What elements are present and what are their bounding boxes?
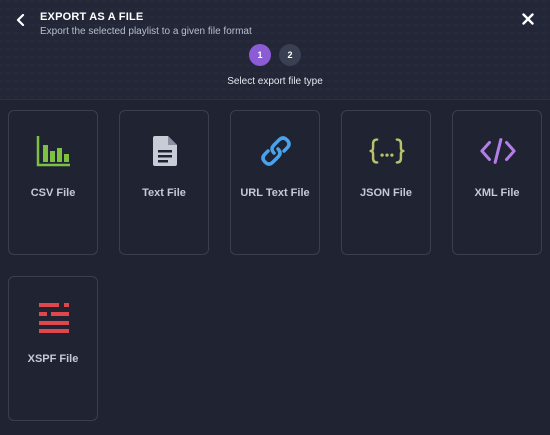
step-indicator-1: 1 (249, 44, 271, 66)
chevron-left-icon (16, 14, 25, 26)
bar-chart-icon (36, 133, 72, 169)
link-icon (258, 133, 294, 169)
file-type-label: Text File (142, 187, 186, 199)
document-icon (147, 133, 183, 169)
step-indicator-2: 2 (279, 44, 301, 66)
file-type-card-url-text[interactable]: URL Text File (230, 110, 320, 255)
close-icon (522, 13, 534, 25)
file-type-card-csv[interactable]: CSV File (8, 110, 98, 255)
xspf-lines-icon (36, 299, 72, 335)
curly-braces-icon (369, 133, 405, 169)
dialog-header: EXPORT AS A FILE Export the selected pla… (0, 0, 550, 100)
dialog-subtitle: Export the selected playlist to a given … (40, 26, 252, 37)
file-type-label: CSV File (30, 187, 76, 199)
close-button[interactable] (520, 11, 536, 27)
dialog-title: EXPORT AS A FILE (40, 11, 144, 23)
code-icon (480, 133, 516, 169)
file-type-card-text[interactable]: Text File (119, 110, 209, 255)
file-type-label: JSON File (360, 187, 412, 199)
file-type-label: XML File (474, 187, 520, 199)
step-label: Select export file type (227, 76, 323, 87)
file-type-card-xspf[interactable]: XSPF File (8, 276, 98, 421)
file-type-label: XSPF File (27, 353, 79, 365)
file-type-card-xml[interactable]: XML File (452, 110, 542, 255)
file-type-label: URL Text File (240, 187, 310, 199)
file-type-card-json[interactable]: JSON File (341, 110, 431, 255)
back-button[interactable] (12, 11, 30, 29)
